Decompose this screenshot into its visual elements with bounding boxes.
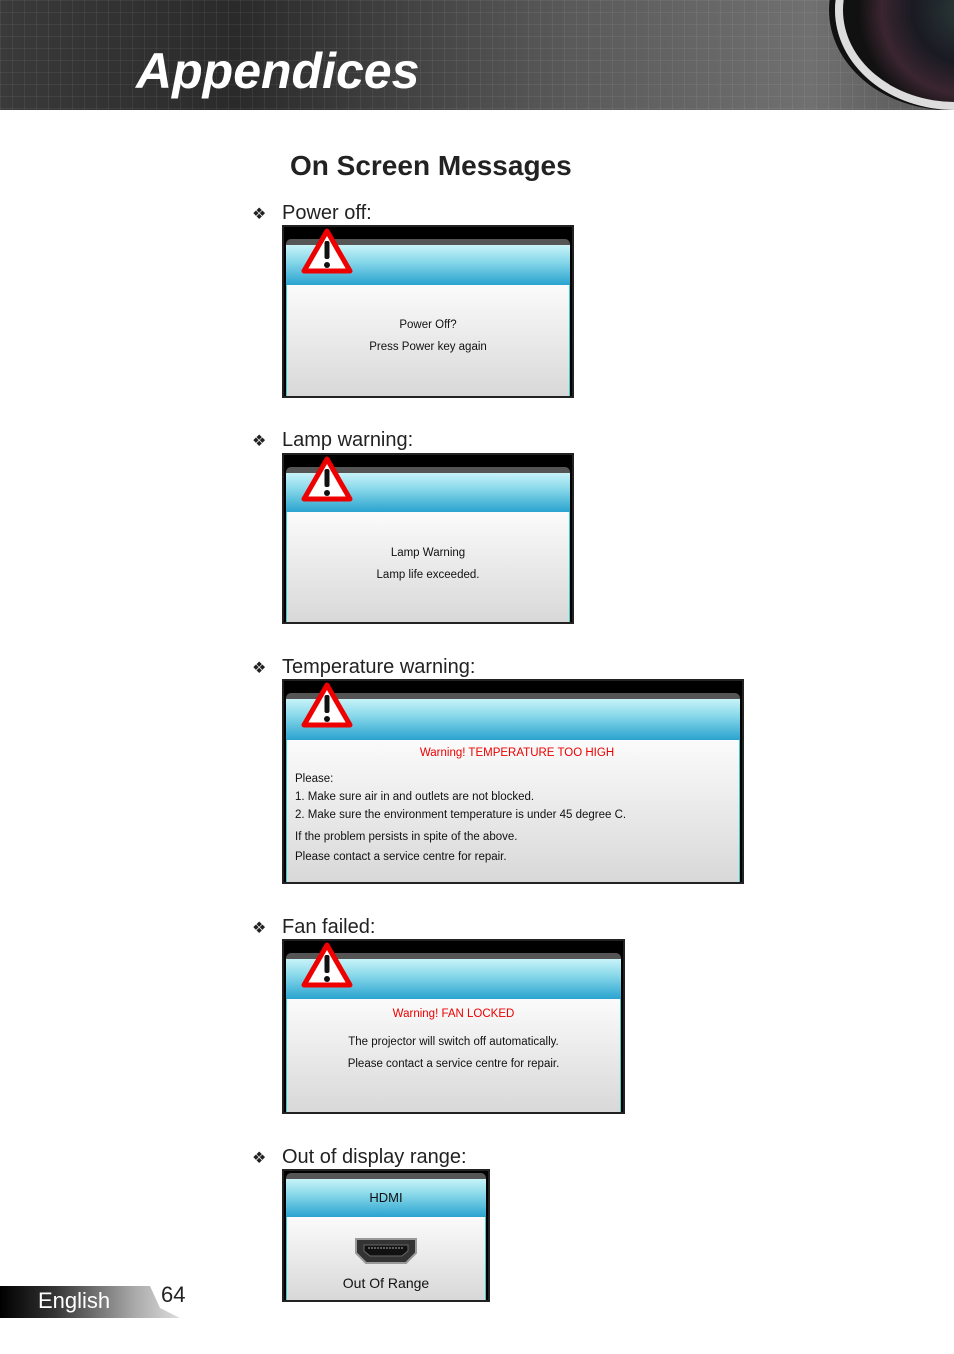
lamp-warning-dialog: Lamp Warning Lamp life exceeded. [282, 453, 574, 624]
hdmi-port-icon [355, 1238, 417, 1264]
warning-icon [300, 681, 354, 729]
bullet-icon: ❖ [252, 660, 267, 677]
power-off-dialog: Power Off? Press Power key again [282, 225, 574, 398]
header-banner: Appendices [0, 0, 954, 110]
item-label-lamp-warning: ❖ Lamp warning: [252, 429, 414, 451]
chapter-title: Appendices [136, 43, 420, 99]
temperature-warning-dialog: Warning! TEMPERATURE TOO HIGH Please: 1.… [282, 679, 744, 884]
warning-icon [300, 455, 354, 503]
fan-failed-dialog: Warning! FAN LOCKED The projector will s… [282, 939, 625, 1114]
out-of-range-dialog: HDMI Out Of Range [282, 1169, 490, 1302]
item-label-temperature-warning: ❖ Temperature warning: [252, 656, 476, 678]
bullet-icon: ❖ [252, 433, 267, 450]
section-title: On Screen Messages [290, 150, 572, 181]
item-label-fan-failed: ❖ Fan failed: [252, 916, 376, 938]
bullet-icon: ❖ [252, 920, 267, 937]
item-label-out-of-display-range: ❖ Out of display range: [252, 1146, 467, 1168]
page-number: 64 [161, 1282, 186, 1307]
bullet-icon: ❖ [252, 1150, 267, 1167]
footer-language-tab: English [0, 1286, 180, 1318]
bullet-icon: ❖ [252, 206, 267, 223]
warning-icon [300, 941, 354, 989]
warning-icon [300, 227, 354, 275]
item-label-power-off: ❖ Power off: [252, 202, 372, 224]
